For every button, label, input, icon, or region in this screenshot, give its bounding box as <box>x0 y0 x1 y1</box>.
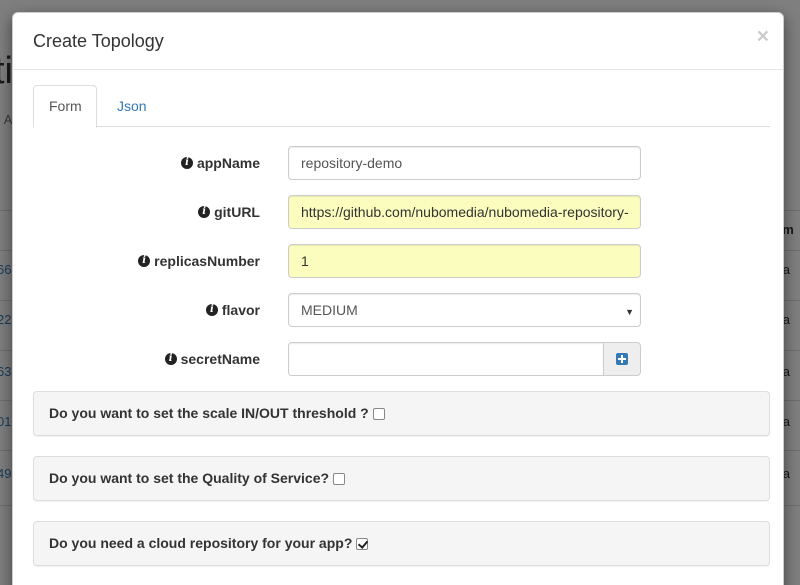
create-topology-dialog: Create Topology × Form Json i appName re… <box>12 12 784 585</box>
tab-json[interactable]: Json <box>101 85 163 127</box>
qos-panel: Do you want to set the Quality of Servic… <box>33 456 770 501</box>
appname-label-text: appName <box>196 155 260 171</box>
appname-label: i appName <box>180 146 260 180</box>
replicasnumber-label: i replicasNumber <box>138 244 260 278</box>
cloud-repository-panel: Do you need a cloud repository for your … <box>33 521 770 566</box>
flavor-selected-value: MEDIUM <box>301 302 358 318</box>
modal-header: Create Topology × <box>13 13 783 70</box>
info-circle-icon[interactable]: i <box>205 304 218 316</box>
form-row-giturl: i gitURL https://github.com/nubomedia/nu… <box>33 195 770 229</box>
plus-square-icon <box>616 353 628 365</box>
modal-title: Create Topology <box>33 31 164 51</box>
close-button[interactable]: × <box>757 26 769 48</box>
scale-threshold-checkbox[interactable] <box>372 407 385 420</box>
qos-label: Do you want to set the Quality of Servic… <box>49 470 330 486</box>
giturl-input[interactable]: https://github.com/nubomedia/nubomedia-r… <box>288 195 641 229</box>
form-row-appname: i appName repository-demo <box>33 146 770 180</box>
info-circle-icon[interactable]: i <box>164 353 177 365</box>
form-row-replicasnumber: i replicasNumber 1 <box>33 244 770 278</box>
cloud-repository-label: Do you need a cloud repository for your … <box>49 535 353 551</box>
info-circle-icon[interactable]: i <box>180 157 193 169</box>
tab-bar: Form Json <box>33 85 770 128</box>
form-row-secretname: i secretName <box>33 342 770 376</box>
giturl-label: i gitURL <box>198 195 260 229</box>
flavor-select[interactable]: MEDIUM ▼ <box>288 293 641 327</box>
replicasnumber-input[interactable]: 1 <box>288 244 641 278</box>
flavor-label: i flavor <box>205 293 260 327</box>
info-circle-icon[interactable]: i <box>138 255 151 267</box>
scale-threshold-panel: Do you want to set the scale IN/OUT thre… <box>33 391 770 436</box>
qos-checkbox[interactable] <box>333 472 346 485</box>
cloud-repository-checkbox[interactable] <box>356 537 369 550</box>
secretname-label: i secretName <box>164 342 260 376</box>
form-row-flavor: i flavor MEDIUM ▼ <box>33 293 770 327</box>
secretname-input[interactable] <box>288 342 604 376</box>
scale-threshold-question: Do you want to set the scale IN/OUT thre… <box>49 392 385 435</box>
tab-form[interactable]: Form <box>33 85 97 128</box>
cloud-repository-question: Do you need a cloud repository for your … <box>49 522 369 565</box>
flavor-label-text: flavor <box>221 302 260 318</box>
appname-input[interactable]: repository-demo <box>288 146 641 180</box>
scale-threshold-label: Do you want to set the scale IN/OUT thre… <box>49 405 369 421</box>
replicasnumber-label-text: replicasNumber <box>154 253 260 269</box>
qos-question: Do you want to set the Quality of Servic… <box>49 457 346 500</box>
secretname-label-text: secretName <box>180 351 260 367</box>
giturl-label-text: gitURL <box>214 204 260 220</box>
caret-down-icon: ▼ <box>625 307 634 317</box>
info-circle-icon[interactable]: i <box>198 206 211 218</box>
add-secret-button[interactable] <box>603 342 641 376</box>
